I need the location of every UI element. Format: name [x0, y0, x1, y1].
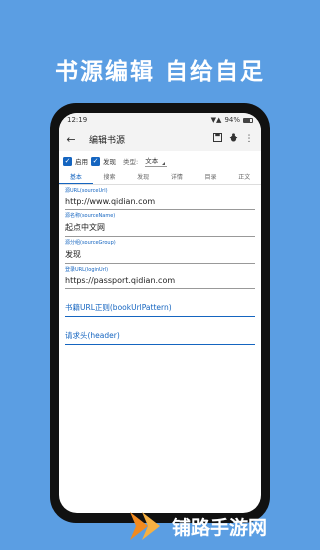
- tab-detail[interactable]: 详情: [160, 171, 194, 184]
- book-url-pattern-field[interactable]: 书籍URL正则(bookUrlPattern): [59, 289, 261, 317]
- app-bar: ← 编辑书源 ⋮: [59, 127, 261, 151]
- source-name-field[interactable]: 源名称(sourceName) 起点中文网: [59, 210, 261, 237]
- tab-search[interactable]: 搜索: [93, 171, 127, 184]
- login-url-field[interactable]: 登录URL(loginUrl) https://passport.qidian.…: [59, 264, 261, 289]
- source-url-hint: 源URL(sourceUrl): [65, 188, 108, 194]
- source-group-hint: 源分组(sourceGroup): [65, 240, 116, 246]
- source-url-field[interactable]: 源URL(sourceUrl) http://www.qidian.com: [59, 185, 261, 210]
- status-time: 12:19: [67, 116, 88, 124]
- discover-checkbox[interactable]: ✓: [91, 156, 100, 166]
- tab-discover[interactable]: 发现: [126, 171, 160, 184]
- source-name-input[interactable]: 起点中文网: [65, 220, 255, 237]
- phone-screen: 12:19 ▼▲ 94% ← 编辑书源 ⋮ ✓ 启用 ✓ 发现 类型: 文本 基…: [59, 113, 261, 513]
- tab-toc[interactable]: 目录: [194, 171, 228, 184]
- watermark-text: 铺路手游网: [172, 516, 268, 539]
- battery-text: 94%: [224, 116, 240, 124]
- source-name-hint: 源名称(sourceName): [65, 213, 116, 219]
- login-url-hint: 登录URL(loginUrl): [65, 267, 109, 273]
- header-field[interactable]: 请求头(header): [59, 317, 261, 345]
- source-url-input[interactable]: http://www.qidian.com: [65, 195, 255, 210]
- enabled-checkbox[interactable]: ✓: [63, 156, 72, 166]
- headline: 书源编辑 自给自足: [54, 59, 265, 85]
- source-group-field[interactable]: 源分组(sourceGroup) 发现: [59, 237, 261, 264]
- signal-icon: ▼▲: [210, 116, 222, 124]
- type-select-value: 文本: [145, 157, 159, 165]
- tab-content[interactable]: 正文: [227, 171, 261, 184]
- type-select[interactable]: 文本: [145, 155, 168, 167]
- header-input[interactable]: 请求头(header): [65, 320, 255, 345]
- more-menu-icon[interactable]: ⋮: [241, 134, 257, 144]
- watermark: 铺路手游网: [126, 508, 267, 544]
- book-url-pattern-input[interactable]: 书籍URL正则(bookUrlPattern): [65, 292, 255, 317]
- enabled-label: 启用: [75, 158, 88, 166]
- status-bar: 12:19 ▼▲ 94%: [59, 113, 261, 127]
- watermark-logo-icon: [130, 512, 160, 540]
- login-url-input[interactable]: https://passport.qidian.com: [65, 274, 255, 289]
- battery-icon: [243, 117, 253, 123]
- dropdown-triangle-icon: [162, 162, 166, 165]
- tab-bar: 基本 搜索 发现 详情 目录 正文: [59, 171, 261, 185]
- phone-frame: 12:19 ▼▲ 94% ← 编辑书源 ⋮ ✓ 启用 ✓ 发现 类型: 文本 基…: [50, 103, 270, 523]
- source-group-input[interactable]: 发现: [65, 247, 255, 264]
- status-icons: ▼▲ 94%: [211, 116, 253, 124]
- back-arrow-icon[interactable]: ←: [63, 133, 79, 146]
- discover-label: 发现: [103, 158, 116, 166]
- save-icon[interactable]: [209, 132, 225, 145]
- options-row: ✓ 启用 ✓ 发现 类型: 文本: [59, 151, 261, 171]
- type-label: 类型:: [123, 158, 139, 166]
- tab-basic[interactable]: 基本: [59, 171, 93, 184]
- page-title: 编辑书源: [89, 135, 126, 146]
- debug-bug-icon[interactable]: [225, 133, 241, 145]
